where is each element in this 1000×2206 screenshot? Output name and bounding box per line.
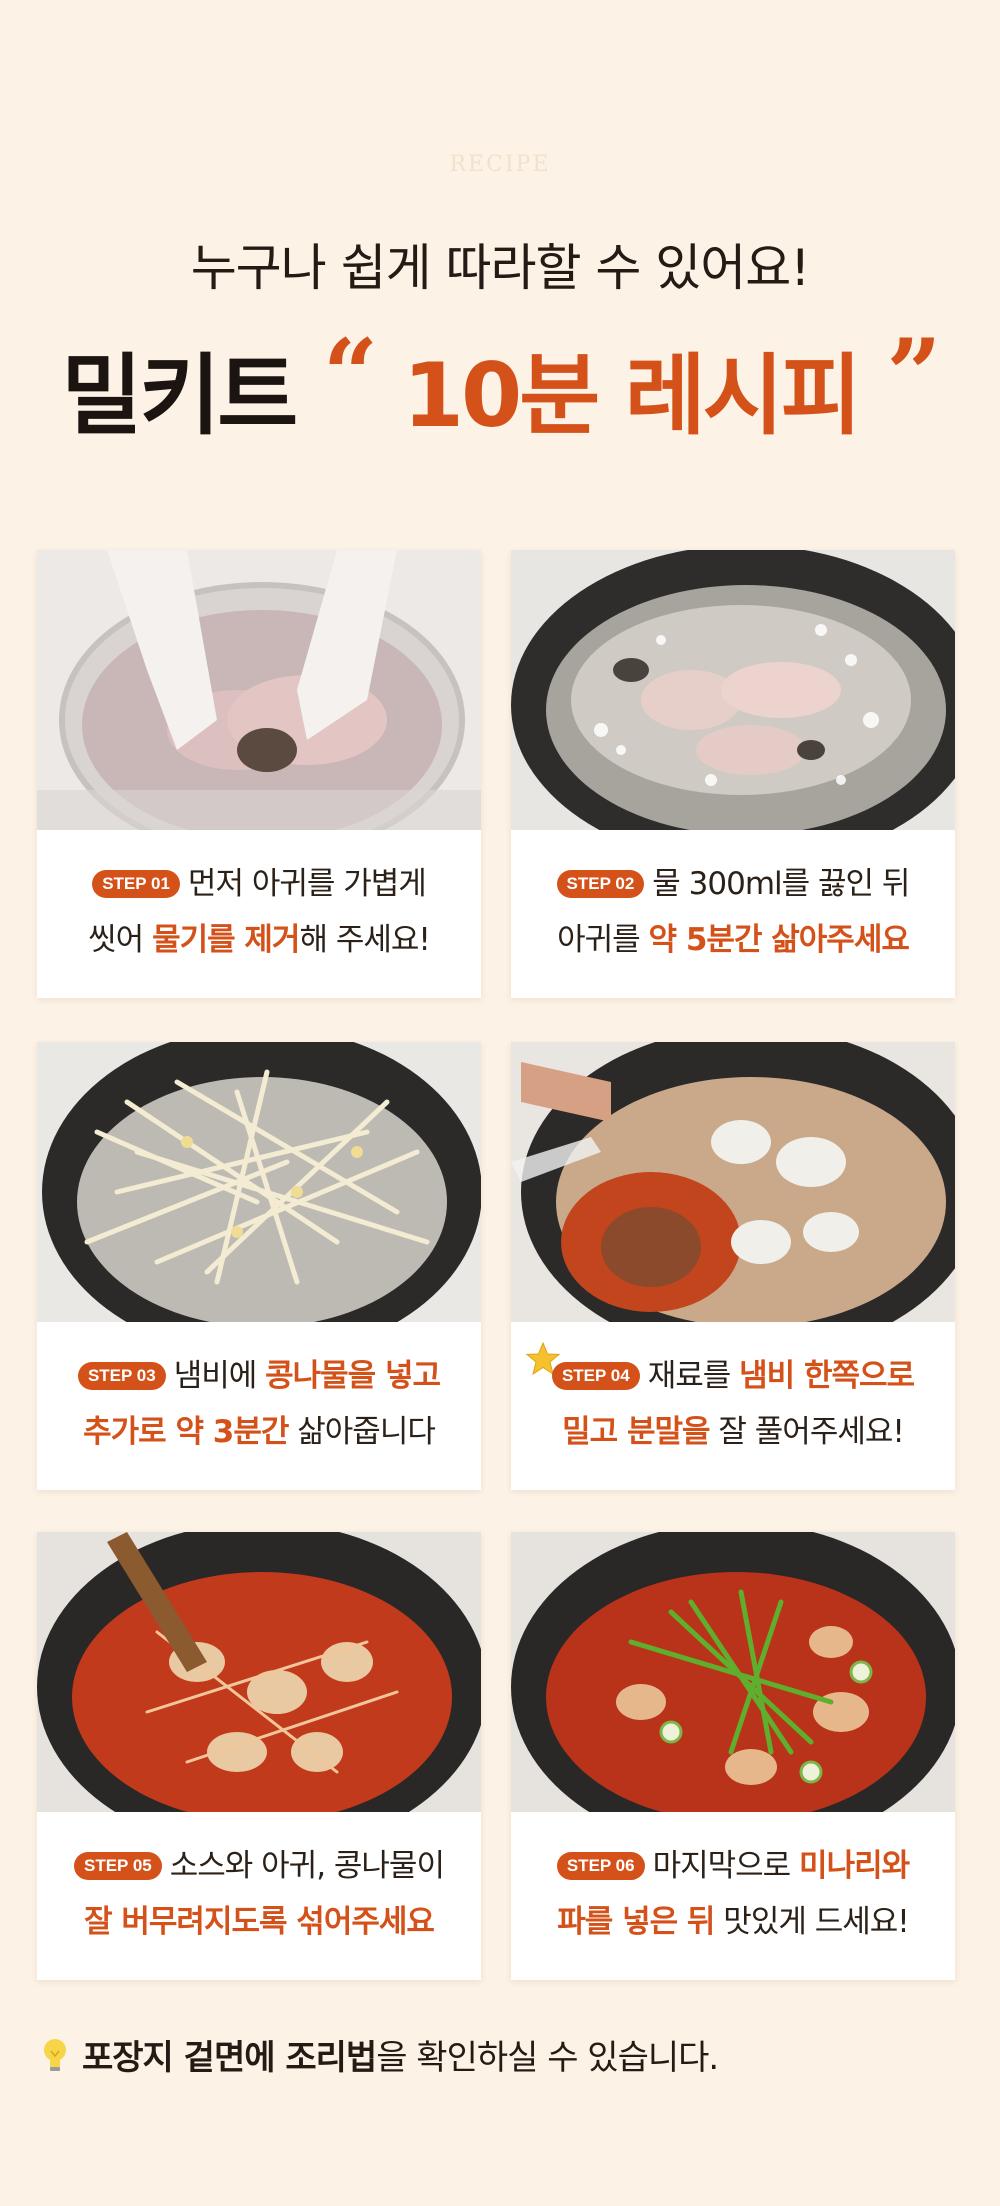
caption-highlight: 냄비 한쪽으로	[739, 1358, 915, 1394]
caption-text: 아귀를	[557, 922, 649, 958]
adding-seasoning-powder-photo	[511, 1042, 955, 1322]
boiling-monkfish-photo	[511, 550, 955, 830]
caption-highlight: 약 5분간 삶아주세요	[648, 922, 910, 958]
caption-text: 씻어	[88, 922, 153, 958]
step-badge: STEP 06	[556, 1852, 645, 1880]
step-badge: STEP 05	[74, 1852, 162, 1880]
step-caption-04: STEP 04 재료를 냄비 한쪽으로 밀고 분말을 잘 풀어주세요!	[511, 1322, 955, 1490]
step-card-01: STEP 01 먼저 아귀를 가볍게 씻어 물기를 제거해 주세요!	[37, 550, 481, 998]
page-subtitle: 누구나 쉽게 따라할 수 있어요!	[190, 239, 811, 297]
step-badge: STEP 03	[77, 1362, 166, 1390]
step-badge: STEP 04	[551, 1362, 640, 1390]
caption-text: 맛있게 드세요!	[714, 1904, 909, 1940]
close-quote: ”	[886, 318, 941, 431]
notice-bold: 포장지 겉면에 조리법	[82, 2038, 377, 2078]
caption-highlight: 콩나물을 넣고	[265, 1358, 441, 1394]
bean-sprouts-pot-photo	[37, 1042, 481, 1322]
lightbulb-icon	[44, 2039, 66, 2071]
caption-text: 냄비에	[173, 1358, 266, 1394]
recipe-eyebrow: RECIPE	[449, 152, 551, 177]
mixing-sauce-photo	[37, 1532, 481, 1812]
step-caption-01: STEP 01 먼저 아귀를 가볍게 씻어 물기를 제거해 주세요!	[37, 830, 481, 998]
caption-text: 먼저 아귀를 가볍게	[187, 866, 427, 902]
packaging-notice: 포장지 겉면에 조리법을 확인하실 수 있습니다.	[40, 2030, 960, 2079]
finished-agujjim-photo	[511, 1532, 955, 1812]
caption-text: 해 주세요!	[299, 922, 430, 958]
caption-highlight: 밀고 분말을	[562, 1414, 710, 1450]
notice-text: 을 확인하실 수 있습니다.	[376, 2038, 719, 2078]
step-caption-05: STEP 05 소스와 아귀, 콩나물이 잘 버무려지도록 섞어주세요	[37, 1812, 481, 1980]
caption-text: 재료를	[647, 1358, 740, 1394]
caption-text: 물 300ml를 끓인 뒤	[652, 866, 910, 902]
step-badge: STEP 02	[556, 870, 645, 898]
step-badge: STEP 01	[92, 870, 180, 898]
step-caption-06: STEP 06 마지막으로 미나리와 파를 넣은 뒤 맛있게 드세요!	[511, 1812, 955, 1980]
page-title: 밀키트 “ 10분 레시피 ”	[0, 318, 1000, 452]
caption-highlight: 물기를 제거	[152, 922, 300, 958]
step-card-05: STEP 05 소스와 아귀, 콩나물이 잘 버무려지도록 섞어주세요	[37, 1532, 481, 1980]
caption-highlight: 추가로 약 3분간	[83, 1414, 289, 1450]
title-accent: 10분 레시피	[402, 344, 862, 447]
open-quote: “	[322, 318, 378, 431]
washing-monkfish-photo	[37, 550, 481, 830]
caption-highlight: 파를 넣은 뒤	[557, 1904, 715, 1940]
step-caption-03: STEP 03 냄비에 콩나물을 넣고 추가로 약 3분간 삶아줍니다	[37, 1322, 481, 1490]
step-caption-02: STEP 02 물 300ml를 끓인 뒤 아귀를 약 5분간 삶아주세요	[511, 830, 955, 998]
step-card-06: STEP 06 마지막으로 미나리와 파를 넣은 뒤 맛있게 드세요!	[511, 1532, 955, 1980]
caption-text: 마지막으로	[652, 1848, 800, 1884]
step-card-02: STEP 02 물 300ml를 끓인 뒤 아귀를 약 5분간 삶아주세요	[511, 550, 955, 998]
caption-text: 잘 풀어주세요!	[709, 1414, 904, 1450]
caption-text: 삶아줍니다	[288, 1414, 436, 1450]
caption-highlight: 미나리와	[799, 1848, 910, 1884]
title-prefix: 밀키트	[61, 344, 298, 447]
caption-highlight: 잘 버무려지도록 섞어주세요	[84, 1904, 435, 1940]
step-card-04: STEP 04 재료를 냄비 한쪽으로 밀고 분말을 잘 풀어주세요!	[511, 1042, 955, 1490]
caption-text: 소스와 아귀, 콩나물이	[169, 1848, 445, 1884]
step-card-03: STEP 03 냄비에 콩나물을 넣고 추가로 약 3분간 삶아줍니다	[37, 1042, 481, 1490]
